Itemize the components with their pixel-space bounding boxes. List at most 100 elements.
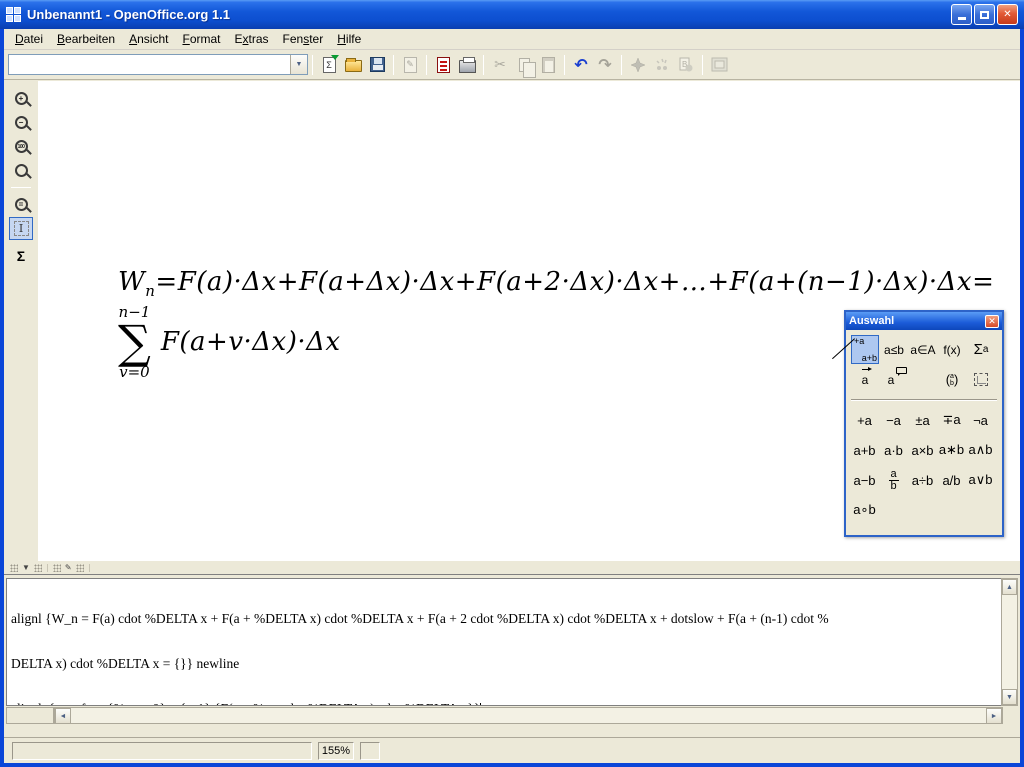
category-set-operations[interactable]: a∈A: [909, 335, 937, 364]
menu-datei[interactable]: Datei: [8, 30, 50, 48]
zoom-out-button[interactable]: −: [9, 111, 33, 134]
category-empty: [909, 365, 937, 394]
minimize-button[interactable]: [951, 4, 972, 25]
chevron-down-icon[interactable]: ▼: [22, 564, 30, 572]
palette-categories: +a a+b a≤b a∈A f(x) Σa a a (ab): [846, 330, 1002, 394]
paste-button: [536, 53, 560, 77]
url-combobox[interactable]: ▼: [8, 54, 308, 75]
status-message-panel: [12, 742, 312, 760]
category-operators[interactable]: Σa: [967, 335, 995, 364]
new-formula-button[interactable]: Σ: [317, 53, 341, 77]
item-plus-a[interactable]: +a: [850, 405, 879, 435]
insert-icon: [654, 57, 670, 73]
item-minusplus-a[interactable]: ∓a: [937, 405, 966, 435]
title-bar[interactable]: Unbenannt1 - OpenOffice.org 1.1 ✕: [0, 0, 1024, 29]
item-a-circ-b[interactable]: a∘b: [850, 495, 879, 525]
sum-lower-limit: v=0: [119, 364, 150, 380]
app-icon: [6, 7, 22, 23]
zoom-100-icon: 100: [15, 140, 28, 153]
command-horizontal-scrollbar[interactable]: ◄ ►: [54, 707, 1003, 724]
callout-icon: [896, 367, 907, 374]
status-bar: 155%: [4, 737, 1020, 763]
drag-grip[interactable]: [34, 564, 42, 572]
main-toolbar: + − 100 = I Σ: [4, 81, 38, 561]
dock-segment-1[interactable]: ▼: [8, 564, 48, 572]
category-relations[interactable]: a≤b: [880, 335, 908, 364]
redo-icon: ↷: [598, 55, 611, 75]
symbols-sigma-icon: Σ: [17, 248, 25, 264]
palette-items: +a −a ±a ∓a ¬a a+b a·b a×b a∗b a∧b a−b a…: [846, 403, 1002, 525]
item-a-cdot-b[interactable]: a·b: [879, 435, 908, 465]
formats-icon: [974, 373, 988, 386]
menu-hilfe[interactable]: Hilfe: [330, 30, 368, 48]
undo-button[interactable]: ↶: [569, 53, 593, 77]
palette-close-button[interactable]: ✕: [985, 315, 999, 328]
item-a-ast-b[interactable]: a∗b: [937, 435, 966, 465]
item-a-plus-b[interactable]: a+b: [850, 435, 879, 465]
maximize-button[interactable]: [974, 4, 995, 25]
zoom-in-button[interactable]: +: [9, 87, 33, 110]
item-a-slash-b[interactable]: a/b: [937, 465, 966, 495]
formula-cursor-button[interactable]: I: [9, 217, 33, 240]
command-hscroll-row: ◄ ►: [6, 707, 1020, 724]
drag-grip[interactable]: [53, 564, 61, 572]
item-neg-a[interactable]: ¬a: [966, 405, 995, 435]
scrollbar-corner: [1003, 707, 1020, 724]
print-button[interactable]: [455, 53, 479, 77]
menu-extras[interactable]: Extras: [228, 30, 276, 48]
formula-line-1: Wn=F(a)·Δx+F(a+Δx)·Δx+F(a+2·Δx)·Δx+…+F(a…: [118, 267, 994, 300]
symbols-button[interactable]: Σ: [9, 244, 33, 267]
close-button[interactable]: ✕: [997, 4, 1018, 25]
item-a-and-b[interactable]: a∧b: [966, 435, 995, 465]
drag-grip[interactable]: [76, 564, 84, 572]
menu-ansicht[interactable]: Ansicht: [122, 30, 175, 48]
zoom-100-button[interactable]: 100: [9, 135, 33, 158]
command-vertical-scrollbar[interactable]: ▲ ▼: [1001, 578, 1018, 706]
category-formats[interactable]: [967, 365, 995, 394]
toolbar-dock: ▼ ✎: [4, 561, 1020, 575]
update-button[interactable]: =: [9, 193, 33, 216]
category-brackets[interactable]: (ab): [938, 365, 966, 394]
drag-grip[interactable]: [10, 564, 18, 572]
item-minus-a[interactable]: −a: [879, 405, 908, 435]
status-zoom-panel[interactable]: 155%: [318, 742, 354, 760]
item-a-div-b[interactable]: a÷b: [908, 465, 937, 495]
url-dropdown-button[interactable]: ▼: [290, 55, 307, 74]
pen-icon[interactable]: ✎: [65, 564, 72, 572]
item-a-or-b[interactable]: a∨b: [966, 465, 995, 495]
navigator-icon: [630, 57, 646, 73]
category-misc[interactable]: a: [880, 365, 908, 394]
category-attributes[interactable]: a: [851, 365, 879, 394]
item-a-times-b[interactable]: a×b: [908, 435, 937, 465]
scroll-left-arrow[interactable]: ◄: [55, 708, 71, 724]
scroll-down-arrow[interactable]: ▼: [1002, 689, 1017, 705]
window-title: Unbenannt1 - OpenOffice.org 1.1: [27, 7, 949, 22]
menu-bearbeiten[interactable]: Bearbeiten: [50, 30, 122, 48]
command-line: alignl {sum from{%ny = 0} to{n-1} {F(a +…: [11, 701, 998, 706]
zoom-all-button[interactable]: [9, 159, 33, 182]
command-text-area[interactable]: alignl {W_n = F(a) cdot %DELTA x + F(a +…: [6, 578, 1002, 706]
item-a-over-b[interactable]: ab: [879, 465, 908, 495]
open-button[interactable]: [341, 53, 365, 77]
category-functions[interactable]: f(x): [938, 335, 966, 364]
scroll-up-arrow[interactable]: ▲: [1002, 579, 1017, 595]
save-floppy-icon: [370, 57, 385, 72]
scroll-right-arrow[interactable]: ►: [986, 708, 1002, 724]
cut-icon: ✂: [494, 56, 506, 73]
url-input[interactable]: [9, 55, 290, 74]
palette-separator: [851, 399, 997, 401]
export-pdf-button[interactable]: [431, 53, 455, 77]
menu-bar: Datei Bearbeiten Ansicht Format Extras F…: [4, 29, 1020, 50]
cut-button: ✂: [488, 53, 512, 77]
open-folder-icon: [345, 60, 362, 72]
undo-icon: ↶: [574, 55, 587, 75]
styles-icon: B: [678, 57, 694, 73]
menu-format[interactable]: Format: [175, 30, 227, 48]
palette-title-bar[interactable]: Auswahl ✕: [846, 312, 1002, 330]
save-button[interactable]: [365, 53, 389, 77]
menu-fenster[interactable]: Fenster: [276, 30, 331, 48]
dock-segment-2[interactable]: ✎: [51, 564, 90, 572]
item-plusminus-a[interactable]: ±a: [908, 405, 937, 435]
category-unary-binary-operators[interactable]: +a a+b: [851, 335, 879, 364]
item-a-minus-b[interactable]: a−b: [850, 465, 879, 495]
